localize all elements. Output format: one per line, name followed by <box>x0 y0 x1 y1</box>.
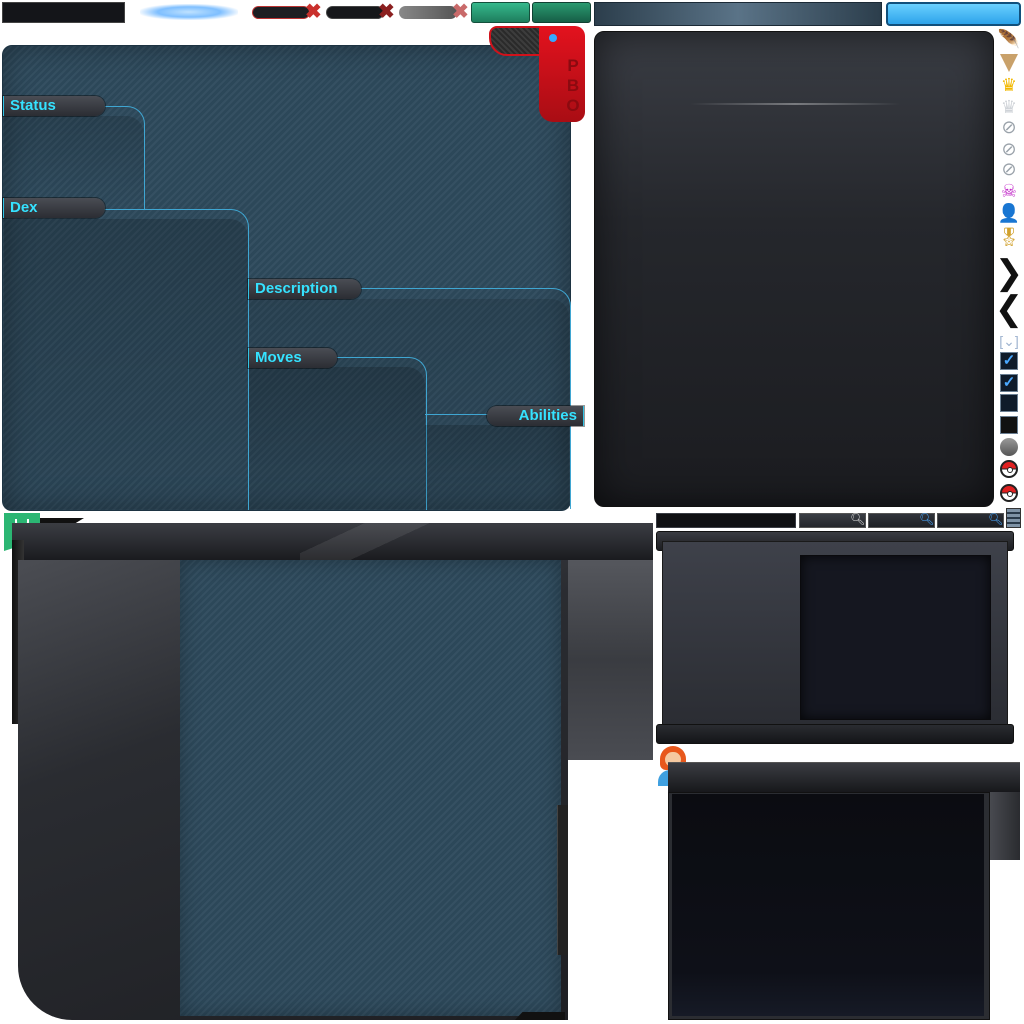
tab-abilities-label: Abilities <box>518 407 577 424</box>
main-window-right-edge <box>557 805 568 955</box>
green-button-1[interactable] <box>471 2 530 23</box>
panel-highlight-line <box>690 103 900 105</box>
main-window-header-shine <box>300 523 653 560</box>
window-header <box>668 762 1020 792</box>
tab-status[interactable]: Status <box>3 96 105 116</box>
checkbox-empty-icon-1[interactable] <box>998 392 1020 414</box>
medal-icon: 🎖 <box>997 227 1021 247</box>
close-icon-2[interactable]: ✖ <box>378 2 395 22</box>
chevron-right-icon[interactable]: ❯ <box>995 256 1024 290</box>
badge-letters: P B O <box>565 56 581 116</box>
bracket-icon: [⌄] <box>999 333 1019 349</box>
badge-letter-o: O <box>566 96 580 115</box>
search-icon-2[interactable]: 🔍︎ <box>919 512 934 526</box>
moves-area <box>249 367 425 509</box>
dialog-inner-screen <box>800 555 991 720</box>
ring-icon-2: ⊘ <box>1001 139 1017 159</box>
main-window-right-tab <box>568 560 653 760</box>
drill-icon <box>998 52 1020 74</box>
tab-dex[interactable]: Dex <box>3 198 105 218</box>
close-tab-3[interactable] <box>399 6 457 19</box>
badge-letter-p: P <box>567 56 579 75</box>
tab-moves-label: Moves <box>255 349 302 366</box>
window-screen <box>672 794 984 1016</box>
badge-blue-dot <box>549 34 557 42</box>
top-dark-bar <box>2 2 125 23</box>
checkbox-checked-icon-1[interactable]: ✓ <box>998 350 1020 372</box>
dex-area <box>4 219 248 509</box>
main-window-bottom-edge <box>515 1012 565 1020</box>
dialog-footer <box>656 724 1014 744</box>
close-tab-1[interactable] <box>252 6 310 19</box>
checkbox-checked-icon-2[interactable]: ✓ <box>998 372 1020 394</box>
checkbox-empty-icon-2[interactable] <box>998 414 1020 436</box>
crown-gold-icon: ♛ <box>1000 75 1018 95</box>
tab-status-label: Status <box>10 97 56 114</box>
ring-icon-1: ⊘ <box>1001 117 1017 137</box>
list-icon[interactable] <box>1006 508 1021 528</box>
search-icon-1[interactable]: 🔍︎ <box>850 512 865 526</box>
ring-icon-3: ⊘ <box>1001 159 1017 179</box>
pbo-badge: P B O <box>489 26 585 122</box>
main-window-content <box>180 560 561 1016</box>
tab-description-label: Description <box>255 280 338 297</box>
close-tab-2[interactable] <box>326 6 384 19</box>
bright-blue-button[interactable] <box>886 2 1021 26</box>
person-icon: 👤 <box>997 203 1021 223</box>
crown-silver-icon: ♛ <box>1000 97 1018 117</box>
skull-icon: ☠ <box>1000 181 1018 201</box>
pokeball-icon-2 <box>998 482 1020 504</box>
pokeball-icon-1 <box>998 458 1020 480</box>
badge-letter-b: B <box>566 76 580 95</box>
tab-abilities[interactable]: Abilities <box>487 406 584 426</box>
glow-bar <box>140 4 238 20</box>
top-steel-bar <box>594 2 882 26</box>
chevron-left-icon[interactable]: ❮ <box>995 292 1024 326</box>
feather-icon: 🪶 <box>997 29 1021 49</box>
tab-moves[interactable]: Moves <box>248 348 337 368</box>
status-area <box>4 116 144 208</box>
grey-ball-icon <box>998 436 1020 458</box>
tab-dex-label: Dex <box>10 199 38 216</box>
close-icon-1[interactable]: ✖ <box>305 2 322 22</box>
search-icon-3[interactable]: 🔍︎ <box>988 512 1003 526</box>
abilities-area <box>425 425 569 509</box>
tab-description[interactable]: Description <box>248 279 361 299</box>
green-button-2[interactable] <box>532 2 591 23</box>
close-icon-3[interactable]: ✖ <box>452 2 469 22</box>
window-side-tab <box>988 792 1020 860</box>
search-bar-plain[interactable] <box>656 513 796 528</box>
